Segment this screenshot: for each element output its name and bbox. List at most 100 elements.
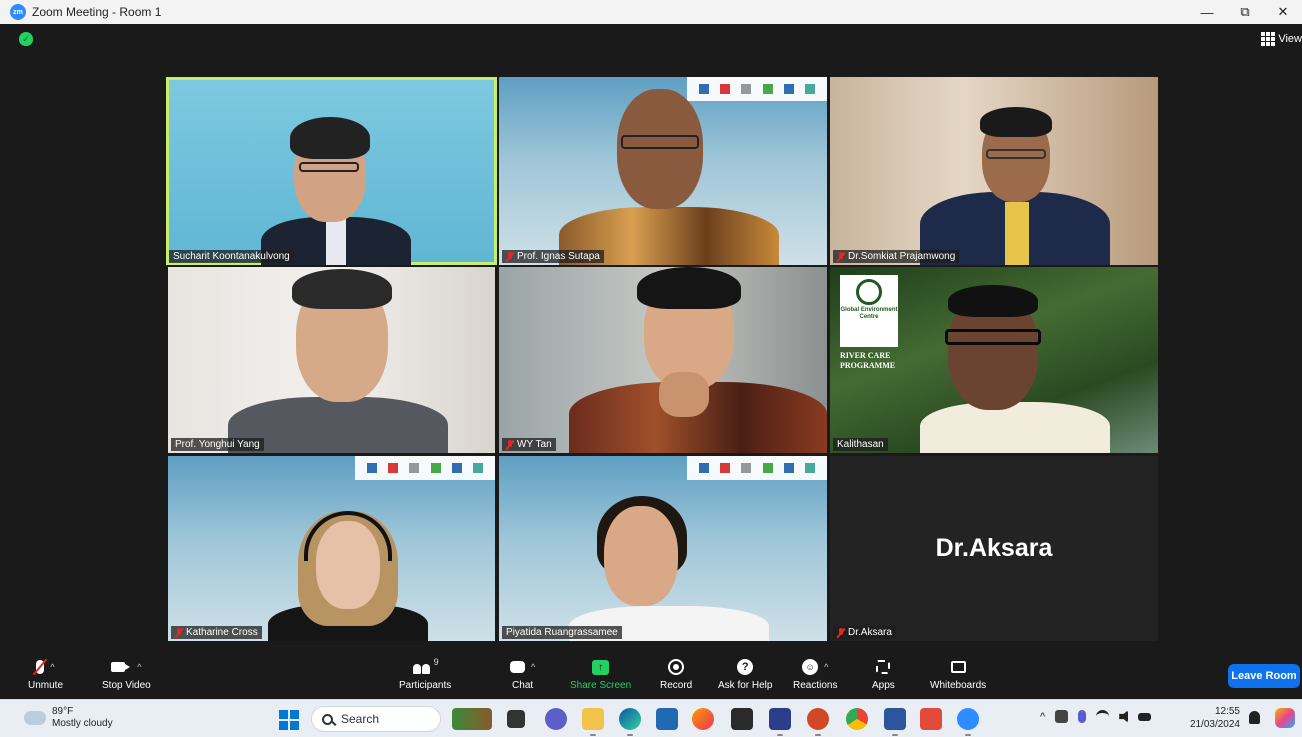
video-tile[interactable]: Sucharit Koontanakulvong (166, 77, 497, 265)
system-tray: ^ (1040, 710, 1152, 723)
wifi-icon[interactable] (1096, 710, 1110, 723)
meeting-top-bar: ✓ View (0, 24, 1302, 60)
chevron-up-icon[interactable]: ^ (824, 662, 828, 672)
powerpoint-icon[interactable] (807, 708, 829, 736)
chevron-up-icon[interactable]: ^ (137, 662, 141, 672)
chat-button[interactable]: ^ Chat (510, 654, 535, 691)
weather-widget[interactable]: 89°F Mostly cloudy (24, 705, 113, 730)
task-view-icon[interactable] (507, 710, 525, 728)
stop-video-button[interactable]: ^ Stop Video (102, 654, 151, 691)
meeting-toolbar: ^ Unmute ^ Stop Video 9 Participants ^ C… (0, 652, 1302, 699)
muted-mic-icon (175, 627, 183, 638)
apps-icon (876, 660, 891, 674)
battery-icon[interactable] (1138, 712, 1152, 721)
file-explorer-icon[interactable] (582, 708, 604, 736)
notification-bell-icon[interactable] (1249, 711, 1260, 724)
video-tile[interactable]: Piyatida Ruangrassamee (499, 456, 827, 641)
emoji-icon: ☺ (802, 659, 819, 675)
participant-video (168, 267, 495, 453)
participant-name-label: Piyatida Ruangrassamee (502, 626, 622, 639)
widgets-icon[interactable] (452, 708, 492, 730)
participant-video (499, 77, 827, 265)
participant-video (168, 456, 495, 641)
window-controls: — ⧉ ✕ (1188, 0, 1302, 24)
apps-button[interactable]: Apps (872, 654, 895, 691)
chrome-icon[interactable] (846, 708, 868, 730)
cloudy-weather-icon (24, 705, 46, 725)
teams-chat-icon[interactable] (545, 708, 567, 730)
video-tile[interactable]: WY Tan (499, 267, 827, 453)
app-icon[interactable] (769, 708, 791, 736)
participants-button[interactable]: 9 Participants (399, 654, 451, 691)
video-tile[interactable]: Global Environment Centre RIVER CARE PRO… (830, 267, 1158, 453)
muted-microphone-icon (36, 660, 45, 674)
taskbar-search[interactable]: Search (311, 706, 441, 732)
microphone-tray-icon[interactable] (1078, 710, 1087, 723)
video-camera-icon (111, 662, 131, 672)
clock-time: 12:55 (1214, 706, 1240, 717)
window-title: Zoom Meeting - Room 1 (32, 5, 162, 19)
gallery-grid-icon (1261, 32, 1276, 46)
record-button[interactable]: Record (660, 654, 692, 691)
participant-display-name: Dr.Aksara (935, 534, 1053, 562)
muted-mic-icon (506, 439, 514, 450)
weather-temperature: 89°F (52, 706, 74, 717)
video-tile[interactable]: Prof. Ignas Sutapa (499, 77, 827, 265)
weather-description: Mostly cloudy (52, 718, 113, 729)
chevron-up-icon[interactable]: ^ (50, 662, 54, 672)
firefox-icon[interactable] (692, 708, 714, 730)
volume-icon[interactable] (1119, 710, 1129, 723)
help-question-icon: ? (737, 659, 754, 675)
pdf-reader-icon[interactable] (920, 708, 942, 730)
participant-name-label: Katharine Cross (171, 626, 262, 639)
whiteboard-icon (950, 661, 966, 673)
participant-name-label: Kalithasan (833, 438, 888, 451)
leave-room-button[interactable]: Leave Room (1228, 664, 1300, 688)
word-icon[interactable] (884, 708, 906, 736)
cloud-sync-icon[interactable] (1055, 710, 1069, 723)
chevron-up-icon[interactable]: ^ (531, 662, 535, 672)
whiteboards-button[interactable]: Whiteboards (930, 654, 986, 691)
participants-icon (412, 661, 432, 674)
participant-video (499, 267, 827, 453)
participant-name-label: Prof. Yonghui Yang (171, 438, 264, 451)
video-tile[interactable]: Katharine Cross (168, 456, 495, 641)
restore-button[interactable]: ⧉ (1226, 0, 1264, 24)
copilot-icon[interactable] (1275, 708, 1295, 728)
participant-name-label: WY Tan (502, 438, 556, 451)
video-tile-camera-off[interactable]: Dr.Aksara Dr.Aksara (830, 456, 1158, 641)
search-icon (322, 713, 333, 725)
share-screen-icon: ↑ (592, 659, 610, 675)
share-screen-button[interactable]: ↑ Share Screen (570, 654, 631, 691)
view-button[interactable]: View (1261, 32, 1302, 46)
start-windows-icon[interactable] (279, 710, 299, 730)
video-tile[interactable]: Prof. Yonghui Yang (168, 267, 495, 453)
notion-icon[interactable] (731, 708, 753, 730)
chat-bubble-icon (510, 661, 525, 673)
participant-name-label: Prof. Ignas Sutapa (502, 250, 604, 263)
zoom-window: zm Zoom Meeting - Room 1 — ⧉ ✕ ✓ View Su… (0, 0, 1302, 737)
video-tile[interactable]: Dr.Somkiat Prajamwong (830, 77, 1158, 265)
participants-count: 9 (433, 657, 439, 667)
clock[interactable]: 12:55 21/03/2024 (1189, 705, 1240, 731)
search-label: Search (341, 712, 380, 726)
participant-name-label: Dr.Aksara (833, 626, 896, 639)
reactions-button[interactable]: ☺ ^ Reactions (793, 654, 837, 691)
participant-video (830, 267, 1158, 453)
minimize-button[interactable]: — (1188, 0, 1226, 24)
close-button[interactable]: ✕ (1264, 0, 1302, 24)
participant-video (499, 456, 827, 641)
unmute-button[interactable]: ^ Unmute (28, 654, 63, 691)
edge-browser-icon[interactable] (619, 708, 641, 736)
tray-overflow-chevron[interactable]: ^ (1040, 711, 1045, 723)
zoom-app-icon: zm (10, 4, 26, 20)
clock-date: 21/03/2024 (1189, 719, 1240, 730)
zoom-taskbar-icon[interactable] (957, 708, 979, 736)
security-shield-icon[interactable]: ✓ (19, 32, 33, 46)
store-icon[interactable] (656, 708, 678, 730)
windows-taskbar: 89°F Mostly cloudy Search ^ 12:55 21/03/… (0, 699, 1302, 737)
muted-mic-icon (837, 251, 845, 262)
record-icon (668, 659, 685, 675)
ask-for-help-button[interactable]: ? Ask for Help (718, 654, 772, 691)
participant-name-label: Dr.Somkiat Prajamwong (833, 250, 960, 263)
